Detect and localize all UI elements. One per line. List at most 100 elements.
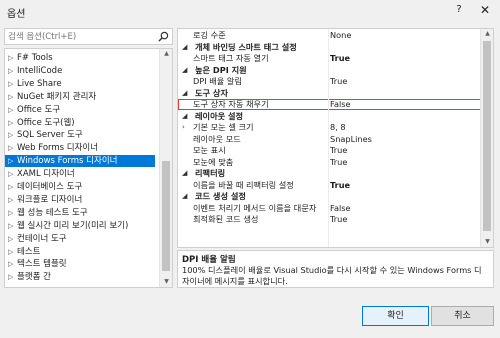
property-row[interactable]: 모눈에 맞춤 True (178, 157, 481, 168)
property-name: DPI 배율 알림 (193, 76, 242, 86)
tree-item[interactable]: ▷ 플랫폼 간 (5, 271, 155, 283)
tree-item-label: 웹 실시간 미리 보기(미리 보기) (17, 220, 129, 231)
scroll-up-icon[interactable]: ▲ (481, 29, 493, 39)
grid-scroll-thumb[interactable] (483, 41, 491, 231)
property-row[interactable]: 이벤트 처리기 메서드 이름을 대문자 False (178, 203, 481, 214)
scroll-down-icon[interactable]: ▼ (160, 277, 172, 287)
collapse-arrow-icon[interactable]: ◢ (182, 168, 187, 179)
property-row[interactable]: DPI 배율 알림 True (178, 76, 481, 87)
expand-arrow-icon[interactable]: ▷ (8, 78, 16, 90)
property-category[interactable]: ◢ 도구 상자 (178, 88, 481, 99)
tree-item-label: 웹 성능 테스트 도구 (17, 207, 88, 218)
property-name: 기본 모눈 셀 크기 (193, 122, 254, 132)
property-name: 도구 상자 자동 채우기 (193, 99, 269, 109)
property-row[interactable]: 레이아웃 모드 SnapLines (178, 134, 481, 145)
tree-item[interactable]: ▷ Windows Forms 디자이너 (5, 155, 155, 168)
column-divider[interactable] (328, 29, 329, 247)
ok-button[interactable]: 확인 (362, 306, 429, 326)
collapse-arrow-icon[interactable]: ◢ (182, 88, 187, 99)
property-value[interactable]: 8, 8 (330, 122, 346, 133)
tree-item-label: NuGet 패키지 관리자 (17, 91, 97, 102)
tree-item[interactable]: ▷ NuGet 패키지 관리자 (5, 91, 155, 103)
property-value[interactable]: False (330, 203, 351, 214)
scroll-down-icon[interactable]: ▼ (481, 237, 493, 247)
expand-arrow-icon[interactable]: ▷ (8, 233, 16, 245)
tree-item[interactable]: ▷ XAML 디자이너 (5, 168, 155, 180)
expand-arrow-icon[interactable]: ▷ (8, 181, 16, 193)
search-input[interactable] (5, 29, 155, 44)
property-value[interactable]: True (330, 180, 350, 191)
property-category[interactable]: ◢ 높은 DPI 지원 (178, 65, 481, 76)
property-row[interactable]: 로깅 수준 None (178, 30, 481, 41)
property-row[interactable]: 최적화된 코드 생성 True (178, 214, 481, 225)
tree-item[interactable]: ▷ 테스트 (5, 246, 155, 258)
scroll-up-icon[interactable]: ▲ (160, 49, 172, 59)
expand-arrow-icon[interactable]: ▷ (8, 155, 16, 167)
property-value[interactable]: True (330, 157, 347, 168)
expand-arrow-icon[interactable]: ▷ (8, 194, 16, 206)
property-row[interactable]: 모눈 표시 True (178, 145, 481, 156)
tree-item[interactable]: ▷ Web Forms 디자이너 (5, 142, 155, 154)
property-value[interactable]: True (330, 53, 350, 64)
tree-item[interactable]: ▷ 텍스트 템플릿 (5, 258, 155, 270)
expand-arrow-icon[interactable]: ▷ (8, 65, 16, 77)
expand-arrow-icon[interactable]: ▷ (8, 220, 16, 232)
property-name: 스마트 태그 자동 열기 (193, 53, 269, 63)
expand-arrow-icon[interactable]: ▷ (8, 104, 16, 116)
property-category[interactable]: ◢ 레이아웃 설정 (178, 111, 481, 122)
cancel-button[interactable]: 취소 (431, 306, 494, 326)
tree-item[interactable]: ▷ 컨테이너 도구 (5, 233, 155, 245)
property-value[interactable]: True (330, 145, 347, 156)
property-row[interactable]: 스마트 태그 자동 열기 True (178, 53, 481, 64)
tree-item[interactable]: ▷ 웹 실시간 미리 보기(미리 보기) (5, 220, 155, 232)
property-category[interactable]: ◢ 코드 생성 설정 (178, 191, 481, 202)
property-name: 코드 생성 설정 (195, 191, 246, 201)
tree-item-label: XAML 디자이너 (17, 169, 75, 180)
close-button[interactable]: ✕ (478, 3, 492, 17)
collapse-arrow-icon[interactable]: ◢ (182, 65, 187, 76)
expand-arrow-icon[interactable]: ▷ (8, 91, 16, 103)
property-value[interactable]: None (330, 30, 351, 41)
expand-arrow-icon[interactable]: ▷ (8, 271, 16, 283)
tree-item[interactable]: ▷ 워크플로 디자이너 (5, 194, 155, 206)
expand-arrow-icon[interactable]: › (182, 122, 185, 133)
tree-scroll-thumb[interactable] (162, 161, 170, 271)
help-button[interactable]: ? (452, 4, 466, 18)
expand-arrow-icon[interactable]: ▷ (8, 168, 16, 180)
tree-item[interactable]: ▷ F# Tools (5, 52, 155, 64)
tree-item[interactable]: ▷ SQL Server 도구 (5, 129, 155, 141)
expand-arrow-icon[interactable]: ▷ (8, 142, 16, 154)
grid-scrollbar[interactable]: ▲ ▼ (480, 29, 493, 247)
property-value[interactable]: True (330, 76, 347, 87)
collapse-arrow-icon[interactable]: ◢ (182, 111, 187, 122)
collapse-arrow-icon[interactable]: ◢ (182, 42, 187, 53)
property-name: 로깅 수준 (193, 30, 226, 40)
expand-arrow-icon[interactable]: ▷ (8, 117, 16, 129)
property-row[interactable]: › 기본 모눈 셀 크기 8, 8 (178, 122, 481, 133)
expand-arrow-icon[interactable]: ▷ (8, 258, 16, 270)
tree-item[interactable]: ▷ 데이터베이스 도구 (5, 181, 155, 193)
tree-item[interactable]: ▷ Office 도구 (5, 104, 155, 116)
property-name: 레이아웃 모드 (193, 133, 241, 144)
collapse-arrow-icon[interactable]: ◢ (182, 191, 187, 202)
tree-item[interactable]: ▷ IntelliCode (5, 65, 155, 77)
expand-arrow-icon[interactable]: ▷ (8, 246, 16, 258)
property-category[interactable]: ◢ 개체 바인딩 스마트 태그 설정 (178, 42, 481, 53)
expand-arrow-icon[interactable]: ▷ (8, 52, 16, 64)
tree-item[interactable]: ▷ Office 도구(웹) (5, 117, 155, 129)
expand-arrow-icon[interactable]: ▷ (8, 207, 16, 219)
description-panel: DPI 배율 알림 100% 디스플레이 배율로 Visual Studio를 … (177, 250, 494, 288)
property-row[interactable]: 이름을 바꿀 때 리팩터링 설정 True (178, 180, 481, 191)
property-row[interactable]: 도구 상자 자동 채우기 False (178, 99, 481, 110)
property-value[interactable]: SnapLines (330, 134, 372, 145)
tree-item-label: 워크플로 디자이너 (17, 194, 83, 205)
property-value[interactable]: False (330, 99, 351, 110)
tree-item[interactable]: ▷ Live Share (5, 78, 155, 90)
description-title: DPI 배율 알림 (182, 255, 236, 265)
tree-scrollbar[interactable]: ▲ ▼ (159, 49, 172, 287)
property-value[interactable]: True (330, 214, 347, 225)
property-category[interactable]: ◢ 리팩터링 (178, 168, 481, 179)
expand-arrow-icon[interactable]: ▷ (8, 129, 16, 141)
tree-item[interactable]: ▷ 웹 성능 테스트 도구 (5, 207, 155, 219)
search-icon[interactable] (158, 31, 169, 42)
